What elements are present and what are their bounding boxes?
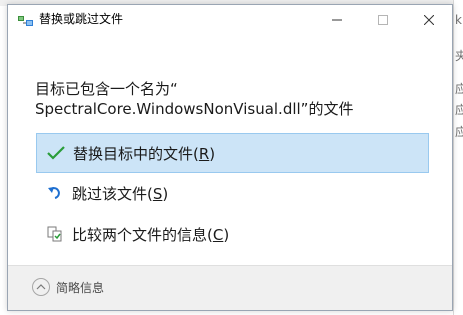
skip-arrow-icon bbox=[44, 182, 66, 204]
replace-file-option[interactable]: 替换目标中的文件(R) bbox=[36, 133, 429, 173]
dialog-footer: 简略信息 bbox=[8, 265, 452, 310]
skip-file-option[interactable]: 跳过该文件(S) bbox=[36, 173, 429, 213]
checkmark-icon bbox=[45, 142, 67, 164]
title-bar[interactable]: 替换或跳过文件 bbox=[8, 5, 452, 33]
option-label: 替换目标中的文件(R) bbox=[73, 144, 216, 163]
background-text: 应 bbox=[455, 125, 463, 139]
close-button[interactable] bbox=[406, 5, 452, 33]
option-label: 跳过该文件(S) bbox=[72, 184, 169, 203]
compare-files-icon bbox=[44, 223, 66, 245]
dialog-title: 替换或跳过文件 bbox=[39, 12, 124, 26]
background-text: k bbox=[455, 13, 462, 27]
dialog-message: 目标已包含一个名为“ SpectralCore.WindowsNonVisual… bbox=[35, 79, 353, 119]
minimize-icon bbox=[332, 10, 342, 29]
background-text: 夹 bbox=[455, 49, 463, 63]
minimize-button[interactable] bbox=[314, 5, 360, 33]
close-icon bbox=[423, 10, 435, 29]
maximize-icon bbox=[378, 10, 388, 29]
compare-files-option[interactable]: 比较两个文件的信息(C) bbox=[36, 214, 429, 254]
details-label: 简略信息 bbox=[56, 280, 105, 295]
fewer-details-button[interactable]: 简略信息 bbox=[32, 276, 104, 298]
option-label: 比较两个文件的信息(C) bbox=[72, 225, 230, 244]
background-text: 应 bbox=[455, 82, 463, 96]
background-text: 应 bbox=[455, 103, 463, 117]
replace-or-skip-dialog: 替换或跳过文件 目标已包含一个名为“ SpectralCore.WindowsN… bbox=[7, 4, 453, 311]
maximize-button[interactable] bbox=[360, 5, 406, 33]
file-transfer-icon bbox=[18, 13, 34, 27]
screen: k 夹 应 应 应 替换或跳过文件 目标已包含一个名为“ SpectralCor… bbox=[0, 0, 463, 315]
chevron-up-icon bbox=[32, 278, 50, 296]
message-line-1: 目标已包含一个名为“ bbox=[35, 80, 178, 98]
message-line-2: SpectralCore.WindowsNonVisual.dll”的文件 bbox=[35, 100, 354, 118]
